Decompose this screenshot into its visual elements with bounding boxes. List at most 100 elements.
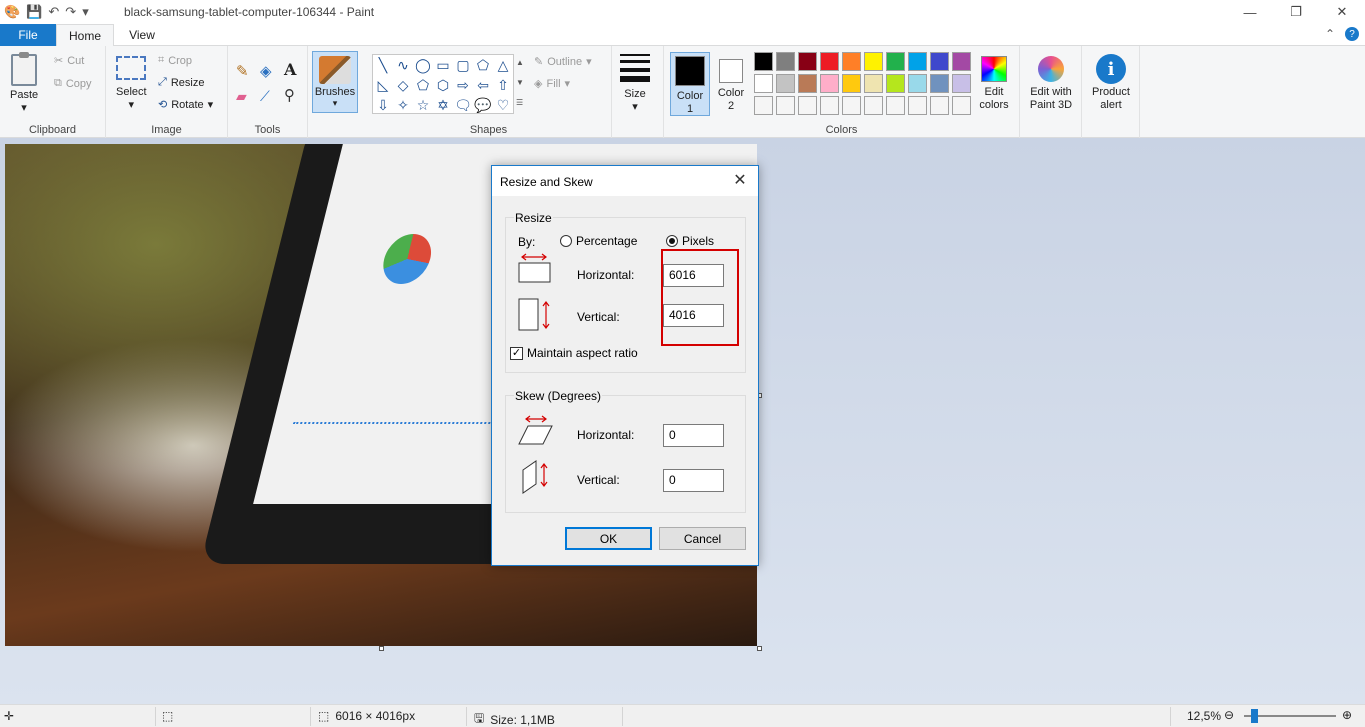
right-triangle-shape-icon[interactable]: ◺ (373, 75, 393, 95)
restore-button[interactable]: ❐ (1273, 0, 1319, 24)
skew-horizontal-input[interactable]: 0 (663, 424, 724, 447)
palette-swatch[interactable] (820, 96, 839, 115)
help-icon[interactable]: ? (1345, 27, 1359, 41)
tab-file[interactable]: File (0, 24, 56, 46)
palette-swatch[interactable] (754, 96, 773, 115)
oval-shape-icon[interactable]: ◯ (413, 55, 433, 75)
palette-swatch[interactable] (886, 74, 905, 93)
shapes-gallery[interactable]: ╲ ∿ ◯ ▭ ▢ ⬠ △ ◺ ◇ ⬠ ⬡ ⇨ ⇦ ⇧ ⇩ ✧ ☆ ✡ 🗨 💬 … (372, 54, 514, 114)
tab-home[interactable]: Home (56, 24, 114, 47)
left-arrow-shape-icon[interactable]: ⇦ (473, 75, 493, 95)
callout-rect-icon[interactable]: 🗨 (453, 95, 473, 115)
magnifier-icon[interactable]: ⚲ (284, 86, 295, 104)
palette-swatch[interactable] (908, 74, 927, 93)
heart-shape-icon[interactable]: ♡ (493, 95, 513, 115)
shapes-scroll-down-icon[interactable]: ▼ (516, 78, 524, 87)
select-button[interactable]: Select ▾ (116, 56, 147, 112)
palette-swatch[interactable] (908, 96, 927, 115)
paste-button[interactable]: Paste ▾ (10, 52, 38, 115)
palette-swatch[interactable] (754, 74, 773, 93)
resize-handle-bottom[interactable] (379, 646, 384, 651)
rotate-button[interactable]: ⟲ Rotate ▾ (158, 98, 213, 112)
palette-swatch[interactable] (886, 96, 905, 115)
diamond-shape-icon[interactable]: ◇ (393, 75, 413, 95)
maintain-aspect-checkbox[interactable]: ✓ Maintain aspect ratio (510, 346, 638, 360)
hexagon-shape-icon[interactable]: ⬡ (433, 75, 453, 95)
edit-with-paint3d-button[interactable]: Edit with Paint 3D (1026, 54, 1076, 112)
palette-swatch[interactable] (952, 96, 971, 115)
resize-button[interactable]: ⤢ Resize (158, 76, 204, 89)
four-point-star-icon[interactable]: ✧ (393, 95, 413, 115)
palette-swatch[interactable] (842, 96, 861, 115)
eraser-icon[interactable]: ▰ (236, 88, 247, 105)
outline-button[interactable]: ✎ Outline ▾ (534, 55, 592, 69)
palette-swatch[interactable] (820, 74, 839, 93)
tab-view[interactable]: View (114, 24, 170, 46)
palette-swatch[interactable] (886, 52, 905, 71)
copy-button[interactable]: ⧉ Copy (54, 77, 92, 90)
pixels-radio[interactable]: Pixels (666, 234, 714, 248)
zoom-slider-thumb[interactable] (1251, 709, 1258, 723)
skew-vertical-input[interactable]: 0 (663, 469, 724, 492)
color-picker-icon[interactable]: ⟋ (260, 88, 270, 105)
pencil-icon[interactable]: ✎ (236, 62, 249, 80)
five-point-star-icon[interactable]: ☆ (413, 95, 433, 115)
palette-swatch[interactable] (864, 52, 883, 71)
close-window-button[interactable]: ✕ (1319, 0, 1365, 24)
color2-button[interactable]: Color 2 (716, 56, 746, 113)
palette-swatch[interactable] (952, 74, 971, 93)
palette-swatch[interactable] (798, 74, 817, 93)
rectangle-shape-icon[interactable]: ▭ (433, 55, 453, 75)
rounded-rect-shape-icon[interactable]: ▢ (453, 55, 473, 75)
palette-swatch[interactable] (798, 52, 817, 71)
palette-swatch[interactable] (842, 52, 861, 71)
fill-button[interactable]: ◈ Fill ▾ (534, 77, 570, 91)
polygon-shape-icon[interactable]: ⬠ (473, 55, 493, 75)
customize-qa-icon[interactable]: ▾ (82, 4, 89, 20)
palette-swatch[interactable] (930, 74, 949, 93)
palette-swatch[interactable] (864, 74, 883, 93)
palette-swatch[interactable] (930, 52, 949, 71)
six-point-star-icon[interactable]: ✡ (433, 95, 453, 115)
redo-icon[interactable]: ↷ (65, 4, 76, 20)
palette-swatch[interactable] (776, 96, 795, 115)
color1-button[interactable]: Color 1 (670, 52, 710, 116)
save-icon[interactable]: 💾 (26, 4, 42, 20)
product-alert-button[interactable]: i Product alert (1088, 54, 1134, 112)
collapse-ribbon-icon[interactable]: ⌃ (1325, 27, 1335, 41)
palette-swatch[interactable] (798, 96, 817, 115)
ok-button[interactable]: OK (565, 527, 652, 550)
palette-swatch[interactable] (776, 74, 795, 93)
triangle-shape-icon[interactable]: △ (493, 55, 513, 75)
zoom-in-icon[interactable]: ⊕ (1342, 708, 1352, 722)
percentage-radio[interactable]: Percentage (560, 234, 637, 248)
palette-swatch[interactable] (754, 52, 773, 71)
cut-button[interactable]: ✂ Cut (54, 54, 84, 68)
minimize-button[interactable]: — (1227, 0, 1273, 24)
palette-swatch[interactable] (930, 96, 949, 115)
callout-oval-icon[interactable]: 💬 (473, 95, 493, 115)
undo-icon[interactable]: ↶ (48, 4, 59, 20)
line-shape-icon[interactable]: ╲ (373, 55, 393, 75)
palette-swatch[interactable] (952, 52, 971, 71)
zoom-out-icon[interactable]: ⊖ (1224, 708, 1234, 722)
edit-colors-button[interactable]: Edit colors (976, 54, 1012, 112)
cancel-button[interactable]: Cancel (659, 527, 746, 550)
up-arrow-shape-icon[interactable]: ⇧ (493, 75, 513, 95)
shapes-expand-icon[interactable]: ☰ (516, 98, 523, 107)
shapes-scroll-up-icon[interactable]: ▲ (516, 58, 524, 67)
curve-shape-icon[interactable]: ∿ (393, 55, 413, 75)
pentagon-shape-icon[interactable]: ⬠ (413, 75, 433, 95)
paint-app-icon[interactable]: 🎨 (4, 4, 20, 20)
right-arrow-shape-icon[interactable]: ⇨ (453, 75, 473, 95)
palette-swatch[interactable] (908, 52, 927, 71)
palette-swatch[interactable] (776, 52, 795, 71)
palette-swatch[interactable] (842, 74, 861, 93)
brushes-button[interactable]: Brushes ▾ (312, 51, 358, 113)
palette-swatch[interactable] (820, 52, 839, 71)
fill-bucket-icon[interactable]: ◈ (260, 62, 272, 80)
dialog-close-icon[interactable]: ✕ (730, 170, 750, 190)
resize-handle-corner[interactable] (757, 646, 762, 651)
size-button[interactable]: Size ▾ (620, 54, 650, 114)
text-tool-icon[interactable]: A (284, 60, 296, 79)
